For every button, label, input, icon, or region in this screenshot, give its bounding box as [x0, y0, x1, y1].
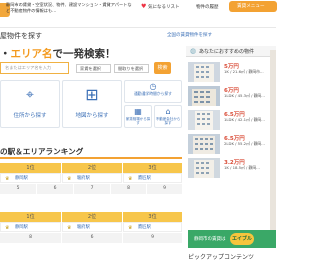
search-input[interactable]: 名またはエリア名を入力 [0, 62, 69, 74]
listing-photo[interactable] [188, 86, 220, 106]
rank-num: 6 [62, 233, 122, 243]
rank-3-station[interactable]: ♛ 鷹匠駅 [123, 173, 182, 183]
listing-spec: 1K / 21.6㎡ / 静岡市… [224, 69, 264, 74]
rank-num: 5 [0, 184, 36, 194]
rank-num: 9 [147, 184, 182, 194]
heart-icon[interactable]: ♥ [141, 4, 147, 10]
rank-num: 8 [0, 233, 61, 243]
banner-text: 静岡市の賃貸は [194, 237, 226, 242]
rank-num: 7 [74, 184, 110, 194]
rank-1-header: 1位 [0, 163, 61, 173]
listing-photo[interactable] [188, 62, 220, 82]
listing-spec: 1LDK / 42.1㎡ / 静岡… [224, 117, 265, 122]
map-icon: ⊞ [85, 85, 99, 104]
favorite-list-link[interactable]: 気になるリスト [148, 4, 180, 10]
layout-select[interactable]: 間取りを選択 [114, 64, 149, 73]
rank-2-station-b[interactable]: ♛ 駿府駅 [62, 222, 122, 232]
rank-1-station-b[interactable]: ♛ 静岡駅 [0, 222, 61, 232]
nav-map[interactable]: ⊞ 地図から探す [62, 80, 122, 128]
rank-1-station[interactable]: ♛ 静岡駅 [0, 173, 61, 183]
crown-icon: ♛ [5, 176, 10, 182]
rank-2-header-b: 2位 [62, 212, 122, 222]
rental-menu-button[interactable]: 賃貸メニュー [229, 1, 277, 12]
search-button[interactable]: 検索 [154, 62, 171, 74]
nav-rent-market[interactable]: ▦ 家賃相場から探す [124, 105, 152, 128]
rank-3-header-b: 3位 [123, 212, 182, 222]
crown-icon: ♛ [67, 176, 72, 182]
hero-title: ・エリア名で一発検索！ [0, 48, 116, 60]
rank-num: 6 [37, 184, 73, 194]
ranking-title: の駅＆エリアランキング [0, 147, 84, 156]
able-logo: エイブル [230, 233, 254, 245]
page-title: 屋物件を探す [0, 32, 42, 40]
clock-icon: ◷ [149, 82, 157, 91]
crown-icon: ♛ [5, 225, 10, 231]
info-icon: ◍ [190, 47, 197, 55]
rank-3-header: 3位 [123, 163, 182, 173]
header-tagline: 静岡市の賃貸・空室状況、物件、建設マンション・賃貸アパートなど不動産物件の情報は… [6, 2, 132, 13]
rank-2-header: 2位 [62, 163, 122, 173]
all-rentals-link[interactable]: 全国の賃貸物件を探す [167, 32, 212, 38]
crown-icon: ♛ [128, 176, 133, 182]
nav-agency[interactable]: ⌂ 不動産会社から探す [154, 105, 182, 128]
building-icon: ▦ [134, 107, 142, 116]
nav-commute[interactable]: ◷ 通勤通学時間から探す [124, 80, 182, 103]
listing-photo[interactable] [188, 134, 220, 154]
rent-select[interactable]: 家賃を選択 [76, 64, 111, 73]
listing-spec: 1LDK / 45.3㎡ / 静岡… [224, 93, 265, 98]
nav-address[interactable]: ⌖ 住所から探す [0, 80, 60, 128]
rank-1-header-b: 1位 [0, 212, 61, 222]
crown-icon: ♛ [128, 225, 133, 231]
listing-photo[interactable] [188, 158, 220, 178]
crown-icon: ♛ [67, 225, 72, 231]
listing-photo[interactable] [188, 110, 220, 130]
recommend-title: あなたにおすすめの物件 [199, 49, 255, 55]
listing-spec: 1K / 18.5㎡ / 静岡… [224, 165, 260, 170]
rank-2-station[interactable]: ♛ 駿府駅 [62, 173, 122, 183]
rank-num: 9 [123, 233, 182, 243]
listing-spec: 2LDK / 55.2㎡ / 静岡… [224, 141, 265, 146]
side-image-strip [270, 50, 276, 230]
rank-num: 8 [111, 184, 146, 194]
shop-icon: ⌂ [165, 107, 171, 116]
pin-icon: ⌖ [26, 87, 34, 103]
rank-3-station-b[interactable]: ♛ 鷹匠駅 [123, 222, 182, 232]
history-link[interactable]: 物件の履歴 [196, 4, 219, 10]
